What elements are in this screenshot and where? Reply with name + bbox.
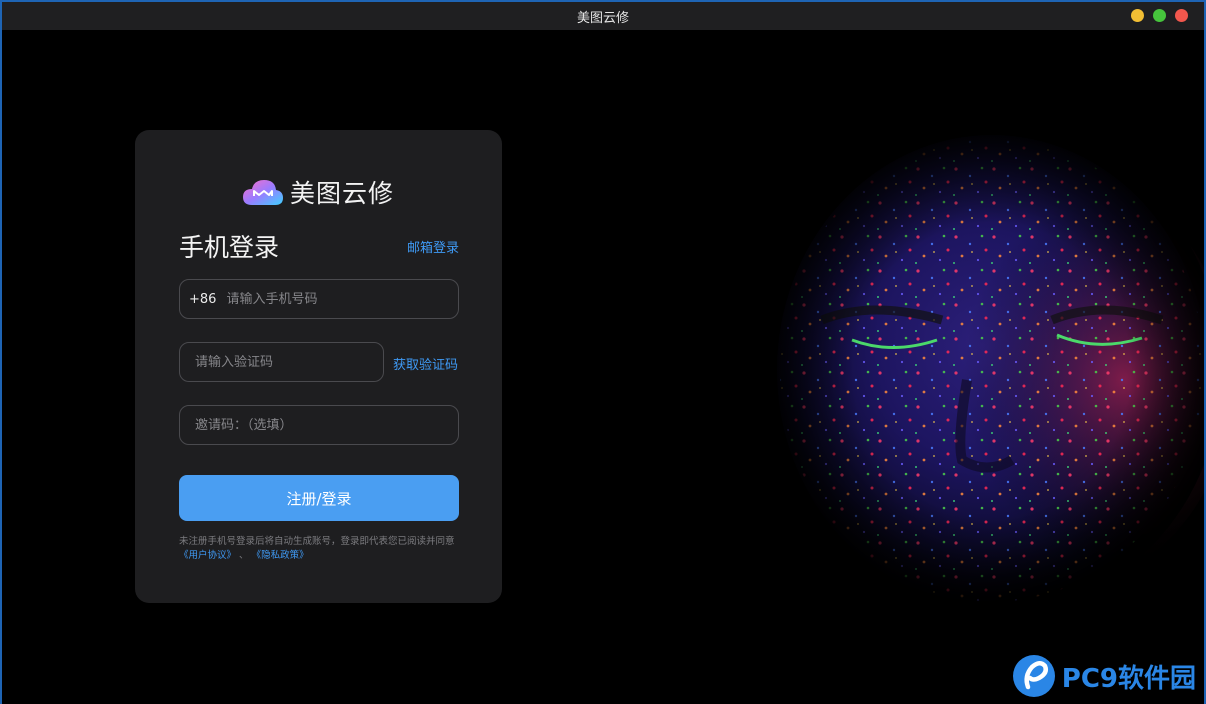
close-button[interactable]: [1175, 9, 1188, 22]
minimize-button[interactable]: [1131, 9, 1144, 22]
watermark: PC9软件园: [1012, 654, 1196, 698]
brand-name: 美图云修: [290, 179, 395, 208]
agreement-prefix: 未注册手机号登录后将自动生成账号，登录即代表您已阅读并同意: [179, 536, 455, 547]
user-agreement-link[interactable]: 《用户协议》: [179, 550, 236, 561]
agreement-separator: 、: [239, 550, 249, 561]
pc9-logo-icon: [1012, 655, 1055, 697]
window-title: 美图云修: [576, 10, 629, 26]
invite-code-input[interactable]: [195, 417, 458, 433]
main-content: 美图云修 手机登录 邮箱登录 +86 获取验证码 注册/登录 未注册手机号登录后…: [2, 30, 1204, 704]
brand: 美图云修: [242, 174, 394, 210]
watermark-text: PC9软件园: [1061, 663, 1196, 694]
phone-input[interactable]: [226, 291, 458, 307]
hero-face-image: [762, 130, 1204, 610]
get-code-button[interactable]: 获取验证码: [393, 354, 458, 373]
maximize-button[interactable]: [1153, 9, 1166, 22]
login-card: 美图云修 手机登录 邮箱登录 +86 获取验证码 注册/登录 未注册手机号登录后…: [135, 130, 502, 603]
privacy-policy-link[interactable]: 《隐私政策》: [252, 550, 309, 561]
country-code[interactable]: +86: [189, 292, 216, 307]
email-login-link[interactable]: 邮箱登录: [407, 237, 459, 256]
code-field: [179, 342, 384, 382]
invite-field: [179, 405, 459, 445]
verification-code-input[interactable]: [195, 354, 383, 370]
app-window: 美图云修 美图云修 手机登录 邮箱登录 +86 请输入手机号码 请输入验证码 获…: [2, 2, 1204, 704]
window-controls: [1131, 9, 1188, 22]
cloud-logo-icon: [243, 180, 283, 205]
login-title: 手机登录: [179, 233, 280, 262]
phone-field: +86: [179, 279, 459, 319]
agreement-text: 未注册手机号登录后将自动生成账号，登录即代表您已阅读并同意 《用户协议》 、 《…: [179, 535, 469, 563]
title-bar[interactable]: 美图云修: [2, 2, 1204, 30]
register-login-button[interactable]: 注册/登录: [179, 475, 459, 521]
